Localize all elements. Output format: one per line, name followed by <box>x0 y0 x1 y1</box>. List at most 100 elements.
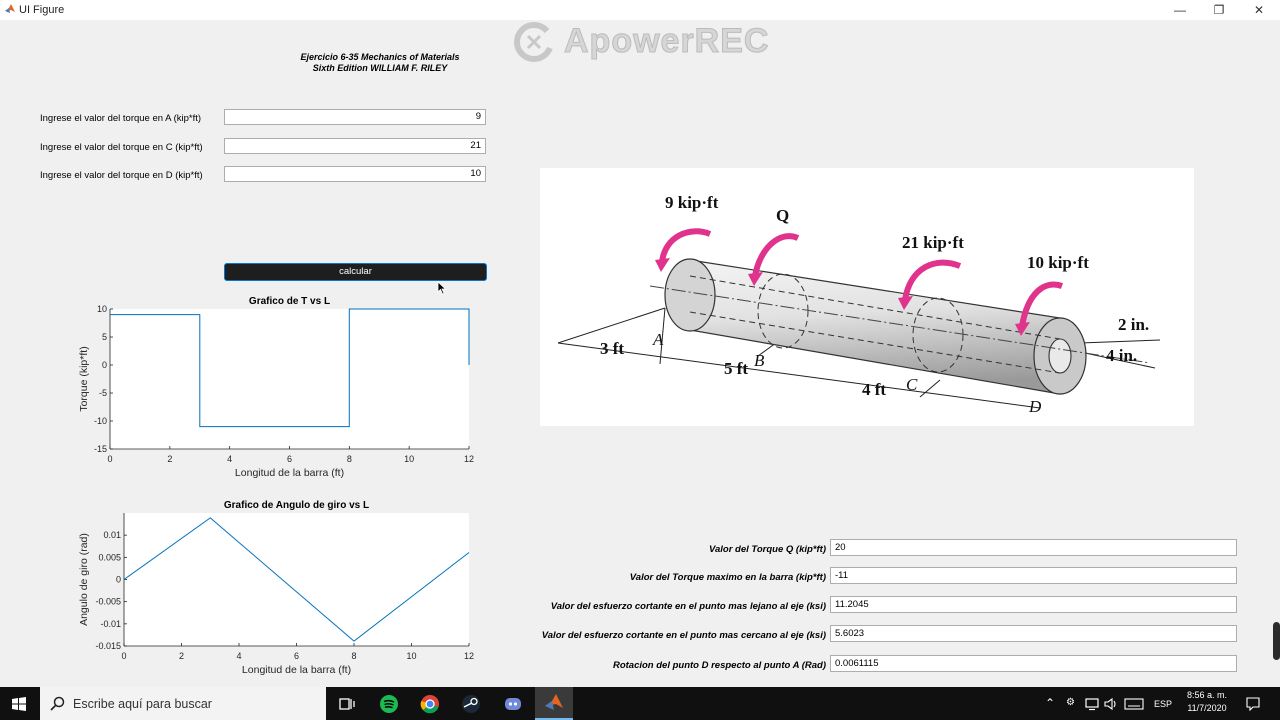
close-button[interactable]: ✕ <box>1239 0 1279 20</box>
torque-vs-length-chart: 0 2 4 6 8 10 12 10 5 0 -5 -10 -15 Grafico de T vs L Lo… <box>78 296 474 479</box>
tray-app-icon[interactable]: ⚙ <box>1066 697 1075 708</box>
y-tick-label: -0.01 <box>100 619 121 629</box>
spotify-icon[interactable] <box>378 693 400 715</box>
y-tick-label: -0.015 <box>95 641 121 651</box>
torque-q-result-field[interactable]: 20 <box>830 539 1237 556</box>
shear-outer-result-label: Valor del esfuerzo cortante en el punto … <box>550 601 826 612</box>
y-tick-label: -10 <box>94 416 107 426</box>
clock-time: 8:56 a. m. <box>1186 690 1228 700</box>
apowerrec-logo-icon <box>513 21 555 63</box>
rotation-result-field[interactable]: 0.0061115 <box>830 655 1237 672</box>
shaft-left-end <box>664 258 716 332</box>
taskbar-search-box[interactable]: Escribe aquí para buscar <box>40 687 326 720</box>
torque-q-diagram-label: Q <box>776 206 789 225</box>
y-axis-label: Torque (kip*ft) <box>78 346 90 411</box>
shear-inner-result-label: Valor del esfuerzo cortante en el punto … <box>541 630 826 641</box>
length-5ft-label: 5 ft <box>724 359 748 378</box>
shaft-diagram-drawing: 9 kip·ft Q 21 kip·ft 10 kip·ft 2 in. 4 i… <box>557 193 1161 416</box>
calcular-button[interactable]: calcular <box>224 263 487 281</box>
plot-area <box>110 309 469 449</box>
torque-d-diagram-label: 10 kip·ft <box>1027 253 1089 272</box>
steam-icon[interactable] <box>460 693 482 715</box>
rotation-result-label: Rotacion del punto D respecto al punto A… <box>612 660 826 671</box>
x-tick-label: 6 <box>294 651 299 661</box>
chrome-icon[interactable] <box>419 693 441 715</box>
search-placeholder: Escribe aquí para buscar <box>73 697 212 711</box>
window-title: UI Figure <box>19 4 65 16</box>
x-axis-label: Longitud de la barra (ft) <box>242 664 351 676</box>
clock[interactable]: 8:56 a. m. 11/7/2020 <box>1178 690 1236 713</box>
matlab-taskbar-icon <box>545 694 563 710</box>
chart-title: Grafico de Angulo de giro vs L <box>224 500 369 511</box>
keyboard-icon[interactable] <box>1124 697 1144 711</box>
max-torque-result-label: Valor del Torque maximo en la barra (kip… <box>629 572 826 583</box>
x-tick-label: 4 <box>227 454 232 464</box>
torque-a-input[interactable]: 9 <box>224 109 486 125</box>
y-tick-label: 0 <box>102 360 107 370</box>
x-tick-label: 10 <box>404 454 414 464</box>
x-tick-label: 0 <box>107 454 112 464</box>
clock-date: 11/7/2020 <box>1187 703 1227 713</box>
shear-inner-result-field[interactable]: 5.6023 <box>830 625 1237 642</box>
exercise-header: Ejercicio 6-35 Mechanics of Materials Si… <box>260 52 500 74</box>
y-tick-label: 0 <box>116 575 121 585</box>
exercise-subtitle: Sixth Edition WILLIAM F. RILEY <box>312 63 448 73</box>
point-c-label: C <box>906 375 918 394</box>
shaft-diagram: 9 kip·ft Q 21 kip·ft 10 kip·ft 2 in. 4 i… <box>540 168 1194 426</box>
scrollbar-thumb[interactable] <box>1273 622 1280 660</box>
y-tick-label: -5 <box>99 388 107 398</box>
x-tick-label: 0 <box>121 651 126 661</box>
max-torque-result-field[interactable]: -11 <box>830 567 1237 584</box>
point-b-label: B <box>754 351 765 370</box>
watermark-text: ApowerREC <box>563 22 770 61</box>
search-icon <box>50 696 65 711</box>
windows-taskbar: Escribe aquí para buscar ⌃ ⚙ ESP 8:56 a.… <box>0 687 1280 720</box>
torque-d-label: Ingrese el valor del torque en D (kip*ft… <box>40 170 203 181</box>
torque-a-diagram-label: 9 kip·ft <box>665 193 719 212</box>
torque-q-result-label: Valor del Torque Q (kip*ft) <box>709 544 826 555</box>
outer-diameter-label: 4 in. <box>1106 346 1137 365</box>
notifications-icon[interactable] <box>1246 697 1260 711</box>
minimize-button[interactable]: — <box>1160 0 1200 20</box>
network-icon[interactable] <box>1085 697 1099 711</box>
plot-area <box>124 513 469 646</box>
apowerrec-watermark: ApowerREC <box>512 20 772 64</box>
language-indicator[interactable]: ESP <box>1154 699 1172 709</box>
chart-title: Grafico de T vs L <box>249 296 330 307</box>
shaft-bore <box>1048 338 1072 374</box>
twist-angle-vs-length-chart: 0 2 4 6 8 10 12 0.01 0.005 0 -0.005 -0.01 -0.015 Graf… <box>78 500 474 676</box>
maximize-button[interactable]: ❐ <box>1199 0 1239 20</box>
matlab-taskbar-button[interactable] <box>535 687 573 720</box>
window-titlebar: UI Figure — ❐ ✕ <box>0 0 1280 20</box>
length-4ft-label: 4 ft <box>862 380 886 399</box>
point-a-label: A <box>652 330 664 349</box>
x-tick-label: 12 <box>464 651 474 661</box>
windows-start-icon[interactable] <box>12 697 26 711</box>
y-tick-label: -0.005 <box>95 597 121 607</box>
y-tick-label: 5 <box>102 332 107 342</box>
length-3ft-label: 3 ft <box>600 339 624 358</box>
inner-diameter-label: 2 in. <box>1118 315 1149 334</box>
x-tick-label: 8 <box>347 454 352 464</box>
discord-icon[interactable] <box>502 693 524 715</box>
shear-outer-result-field[interactable]: 11.2045 <box>830 596 1237 613</box>
volume-icon[interactable] <box>1104 697 1118 711</box>
x-tick-label: 2 <box>179 651 184 661</box>
x-tick-label: 2 <box>167 454 172 464</box>
tray-chevron-icon[interactable]: ⌃ <box>1045 696 1055 710</box>
task-view-icon[interactable] <box>336 693 358 715</box>
y-tick-label: 10 <box>97 304 107 314</box>
torque-d-input[interactable]: 10 <box>224 166 486 182</box>
matlab-icon <box>5 4 15 13</box>
y-tick-label: 0.01 <box>103 530 121 540</box>
x-tick-label: 4 <box>236 651 241 661</box>
x-tick-label: 12 <box>464 454 474 464</box>
torque-c-diagram-label: 21 kip·ft <box>902 233 964 252</box>
exercise-title: Ejercicio 6-35 Mechanics of Materials <box>300 52 460 62</box>
x-tick-label: 10 <box>406 651 416 661</box>
torque-a-label: Ingrese el valor del torque en A (kip*ft… <box>40 113 202 124</box>
y-axis-label: Angulo de giro (rad) <box>78 533 90 626</box>
x-axis-label: Longitud de la barra (ft) <box>235 467 344 479</box>
y-tick-label: 0.005 <box>98 552 121 562</box>
torque-c-input[interactable]: 21 <box>224 138 486 154</box>
